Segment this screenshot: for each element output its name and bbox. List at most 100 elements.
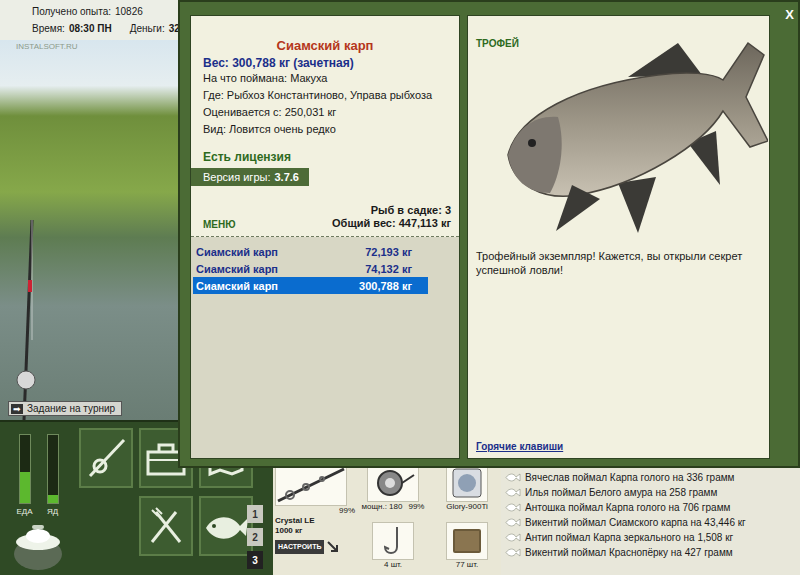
close-column: X [777,15,798,459]
task-button[interactable]: ➡Задание на турнир [8,401,122,416]
news-row: Вячеслав поймал Карпа голого на 336 грам… [505,470,796,485]
news-text: Вячеслав поймал Карпа голого на 336 грам… [525,472,734,483]
news-row: Викентий поймал Сиамского карпа на 43,44… [505,515,796,530]
license: Есть лицензия [191,150,459,164]
news-text: Илья поймал Белого амура на 258 грамм [525,487,717,498]
fish-icon [505,548,521,557]
news-text: Антип поймал Карпа зеркального на 1,508 … [525,532,733,543]
tackle-set-button[interactable]: 3 [247,551,263,569]
game-screen: Получено опыта:10826Время:08:30 ПНДеньги… [0,0,800,575]
setup-row: НАСТРОИТЬ [275,540,355,554]
reel-wear: 99% [408,502,424,512]
scene-photo: INSTALSOFT.RU➡Задание на турнир [0,40,178,420]
reel-captions: мощн.: 180 99% [362,502,425,512]
money-label: Деньги: [130,23,165,34]
setup-button[interactable]: НАСТРОИТЬ [275,540,324,554]
rod-button[interactable] [79,428,133,488]
fish-icon [505,473,521,482]
game-version: Версия игры: 3.7.6 [191,168,309,186]
keepnet-summary: Рыб в садке: 3Общий вес: 447,113 кг [332,204,451,230]
task-label: Задание на турнир [27,403,115,414]
reel-power: мощн.: 180 [362,502,403,512]
catch-name: Сиамский карп [196,246,278,258]
status-column: ЕДА ЯД [0,422,75,575]
catch-weight: 300,788 кг [359,280,412,292]
fork-knife-icon [144,504,188,548]
rod-slot[interactable]: 99%Crystal LE1000 кгНАСТРОИТЬ [275,464,355,573]
trophy-message: Трофейный экземпляр! Кажется, вы открыли… [476,249,761,277]
version-label: Версия игры: [203,171,270,183]
meter-label: ЯД [47,507,58,516]
fish-icon [202,504,250,548]
trophy-fish-image [488,35,768,235]
news-text: Антошка поймал Карпа голого на 706 грамм [525,502,730,513]
line-spool-icon [446,464,488,502]
line-name: Glory-900Ti [446,502,488,512]
news-row: Викентий поймал Краснопёрку на 427 грамм [505,545,796,560]
tackle-panel: 99%Crystal LE1000 кгНАСТРОИТЬ мощн.: 180 9… [273,462,501,575]
trophy-panel: ТРОФЕЙТрофейный экземпляр! Кажется, вы о… [467,15,770,459]
fish-detail: Где: Рыбхоз Константиново, Управа рыбхоз… [191,87,459,104]
meter-track [19,434,31,504]
catch-row[interactable]: Сиамский карп 72,193 кг [193,243,428,260]
tackle-set-button[interactable]: 2 [247,528,263,546]
news-row: Антип поймал Карпа зеркального на 1,508 … [505,530,796,545]
food-button[interactable] [139,496,193,556]
meter-fill [48,495,58,503]
catch-name: Сиамский карп [196,280,278,292]
fish-weight: Вес: 300,788 кг (зачетная) [191,56,459,70]
meter-fill [20,472,30,503]
tackle-set-button[interactable]: 1 [247,505,263,523]
expand-arrow-icon[interactable] [326,540,340,554]
rod-name: Crystal LE [275,516,355,526]
catch-weight: 74,132 кг [365,263,412,275]
fish-icon [505,503,521,512]
version-value: 3.7.6 [274,171,298,183]
hook-slot[interactable]: 4 шт. [357,522,429,573]
catch-dialog: Сиамский карп Вес: 300,788 кг (зачетная)Н… [178,0,800,468]
bait-slot[interactable]: 77 шт. [431,522,503,573]
rod-wear: 99% [275,506,355,516]
close-button[interactable]: X [785,7,794,459]
catch-row[interactable]: Сиамский карп 300,788 кг [193,277,428,294]
rod-icon [84,436,128,480]
fish-icon [505,533,521,542]
keepnet-total: Общий вес: 447,113 кг [332,217,451,230]
hook-count: 4 шт. [384,560,402,570]
bait-icon [446,522,488,560]
fish-icon [505,518,521,527]
news-text: Викентий поймал Краснопёрку на 427 грамм [525,547,733,558]
hotkeys-link[interactable]: Горячие клавиши [476,441,761,452]
pot-icon[interactable] [10,522,66,572]
experience-value: 10826 [115,6,143,17]
fish-button[interactable] [199,496,253,556]
menu-button[interactable]: МЕНЮ [203,219,236,230]
spacer [476,277,761,441]
reel-icon [367,464,419,502]
catch-row[interactable]: Сиамский карп 74,132 кг [193,260,428,277]
meter: ЯД [47,434,59,516]
meter-label: ЕДА [16,507,32,516]
catch-list: Сиамский карп 72,193 кг Сиамский карп 74,13… [191,237,459,458]
rod-icon [275,464,347,506]
fish-name: Сиамский карп [191,38,459,53]
line-slot[interactable]: Glory-900Ti [431,464,503,522]
news-text: Викентий поймал Сиамского карпа на 43,44… [525,517,746,528]
experience-label: Получено опыта: [32,6,111,17]
fish-icon [505,488,521,497]
meters: ЕДА ЯД [16,434,58,516]
reel-slot[interactable]: мощн.: 180 99% [357,464,429,522]
fish-detail: На что поймана: Макуха [191,70,459,87]
news-row: Антошка поймал Карпа голого на 706 грамм [505,500,796,515]
time-label: Время: [32,23,65,34]
catch-weight: 72,193 кг [365,246,412,258]
fish-detail: Оценивается с: 250,031 кг [191,104,459,121]
news-feed: Вячеслав поймал Карпа голого на 336 грам… [501,468,800,575]
keepnet-count: Рыб в садке: 3 [371,204,451,217]
news-row: Илья поймал Белого амура на 258 грамм [505,485,796,500]
meter-track [47,434,59,504]
fish-info: Сиамский карп Вес: 300,788 кг (зачетная)Н… [191,16,459,237]
catch-name: Сиамский карп [196,263,278,275]
fishing-rod-icon[interactable] [2,220,62,420]
meter: ЕДА [16,434,32,516]
